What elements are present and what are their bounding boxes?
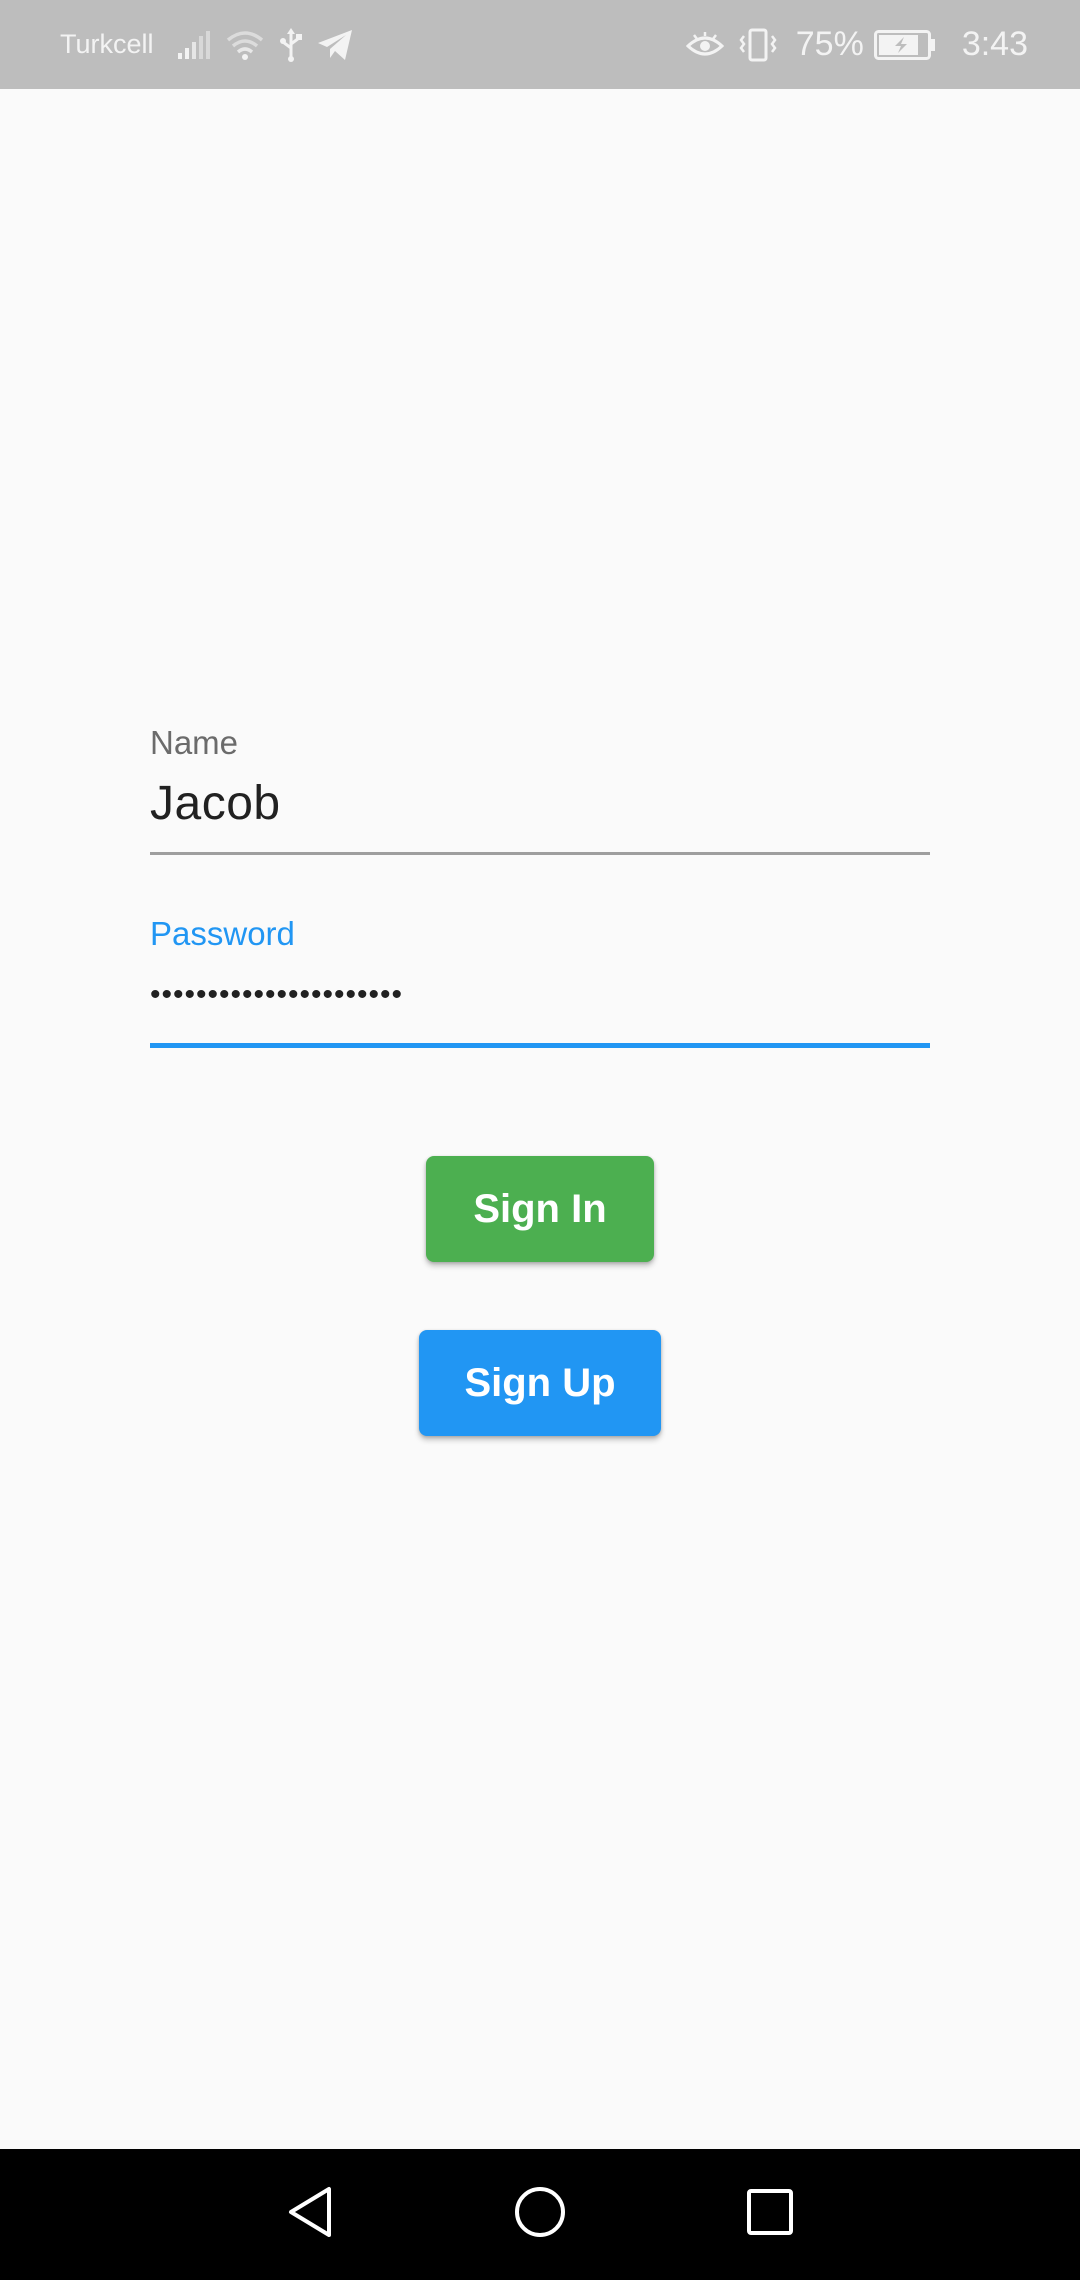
name-underline: [150, 852, 930, 855]
status-left: Turkcell: [60, 0, 366, 89]
vibrate-icon: [738, 25, 778, 65]
eye-comfort-icon: [685, 25, 724, 65]
back-icon: [285, 2185, 335, 2244]
password-label: Password: [150, 915, 295, 952]
signal-icon: [177, 25, 212, 65]
recents-icon: [745, 2187, 795, 2242]
usb-icon: [278, 25, 304, 65]
sign-in-button[interactable]: Sign In: [426, 1156, 654, 1262]
home-button[interactable]: [480, 2149, 600, 2280]
password-field[interactable]: Password ••••••••••••••••••••••: [150, 911, 930, 1048]
battery-percentage: 75%: [795, 25, 864, 63]
sign-up-label: Sign Up: [464, 1360, 616, 1405]
clock: 3:43: [961, 25, 1028, 63]
status-right: 75% 3:43: [685, 0, 1028, 89]
sign-in-form: Name Jacob Password ••••••••••••••••••••…: [150, 720, 930, 1048]
sign-in-label: Sign In: [473, 1186, 607, 1231]
status-bar: Turkcell 75% 3:43: [0, 0, 1080, 89]
password-input[interactable]: ••••••••••••••••••••••: [150, 957, 930, 1033]
recents-button[interactable]: [710, 2149, 830, 2280]
home-icon: [513, 2185, 567, 2244]
name-label: Name: [150, 724, 239, 761]
telegram-icon: [317, 25, 352, 65]
battery-charging-icon: [873, 25, 936, 65]
password-underline: [150, 1043, 930, 1048]
wifi-icon: [226, 25, 264, 65]
back-button[interactable]: [250, 2149, 370, 2280]
navigation-bar: [0, 2149, 1080, 2280]
name-input[interactable]: Jacob: [150, 766, 930, 842]
name-field[interactable]: Name Jacob: [150, 720, 930, 855]
sign-up-button[interactable]: Sign Up: [419, 1330, 661, 1436]
carrier-name: Turkcell: [60, 29, 154, 59]
